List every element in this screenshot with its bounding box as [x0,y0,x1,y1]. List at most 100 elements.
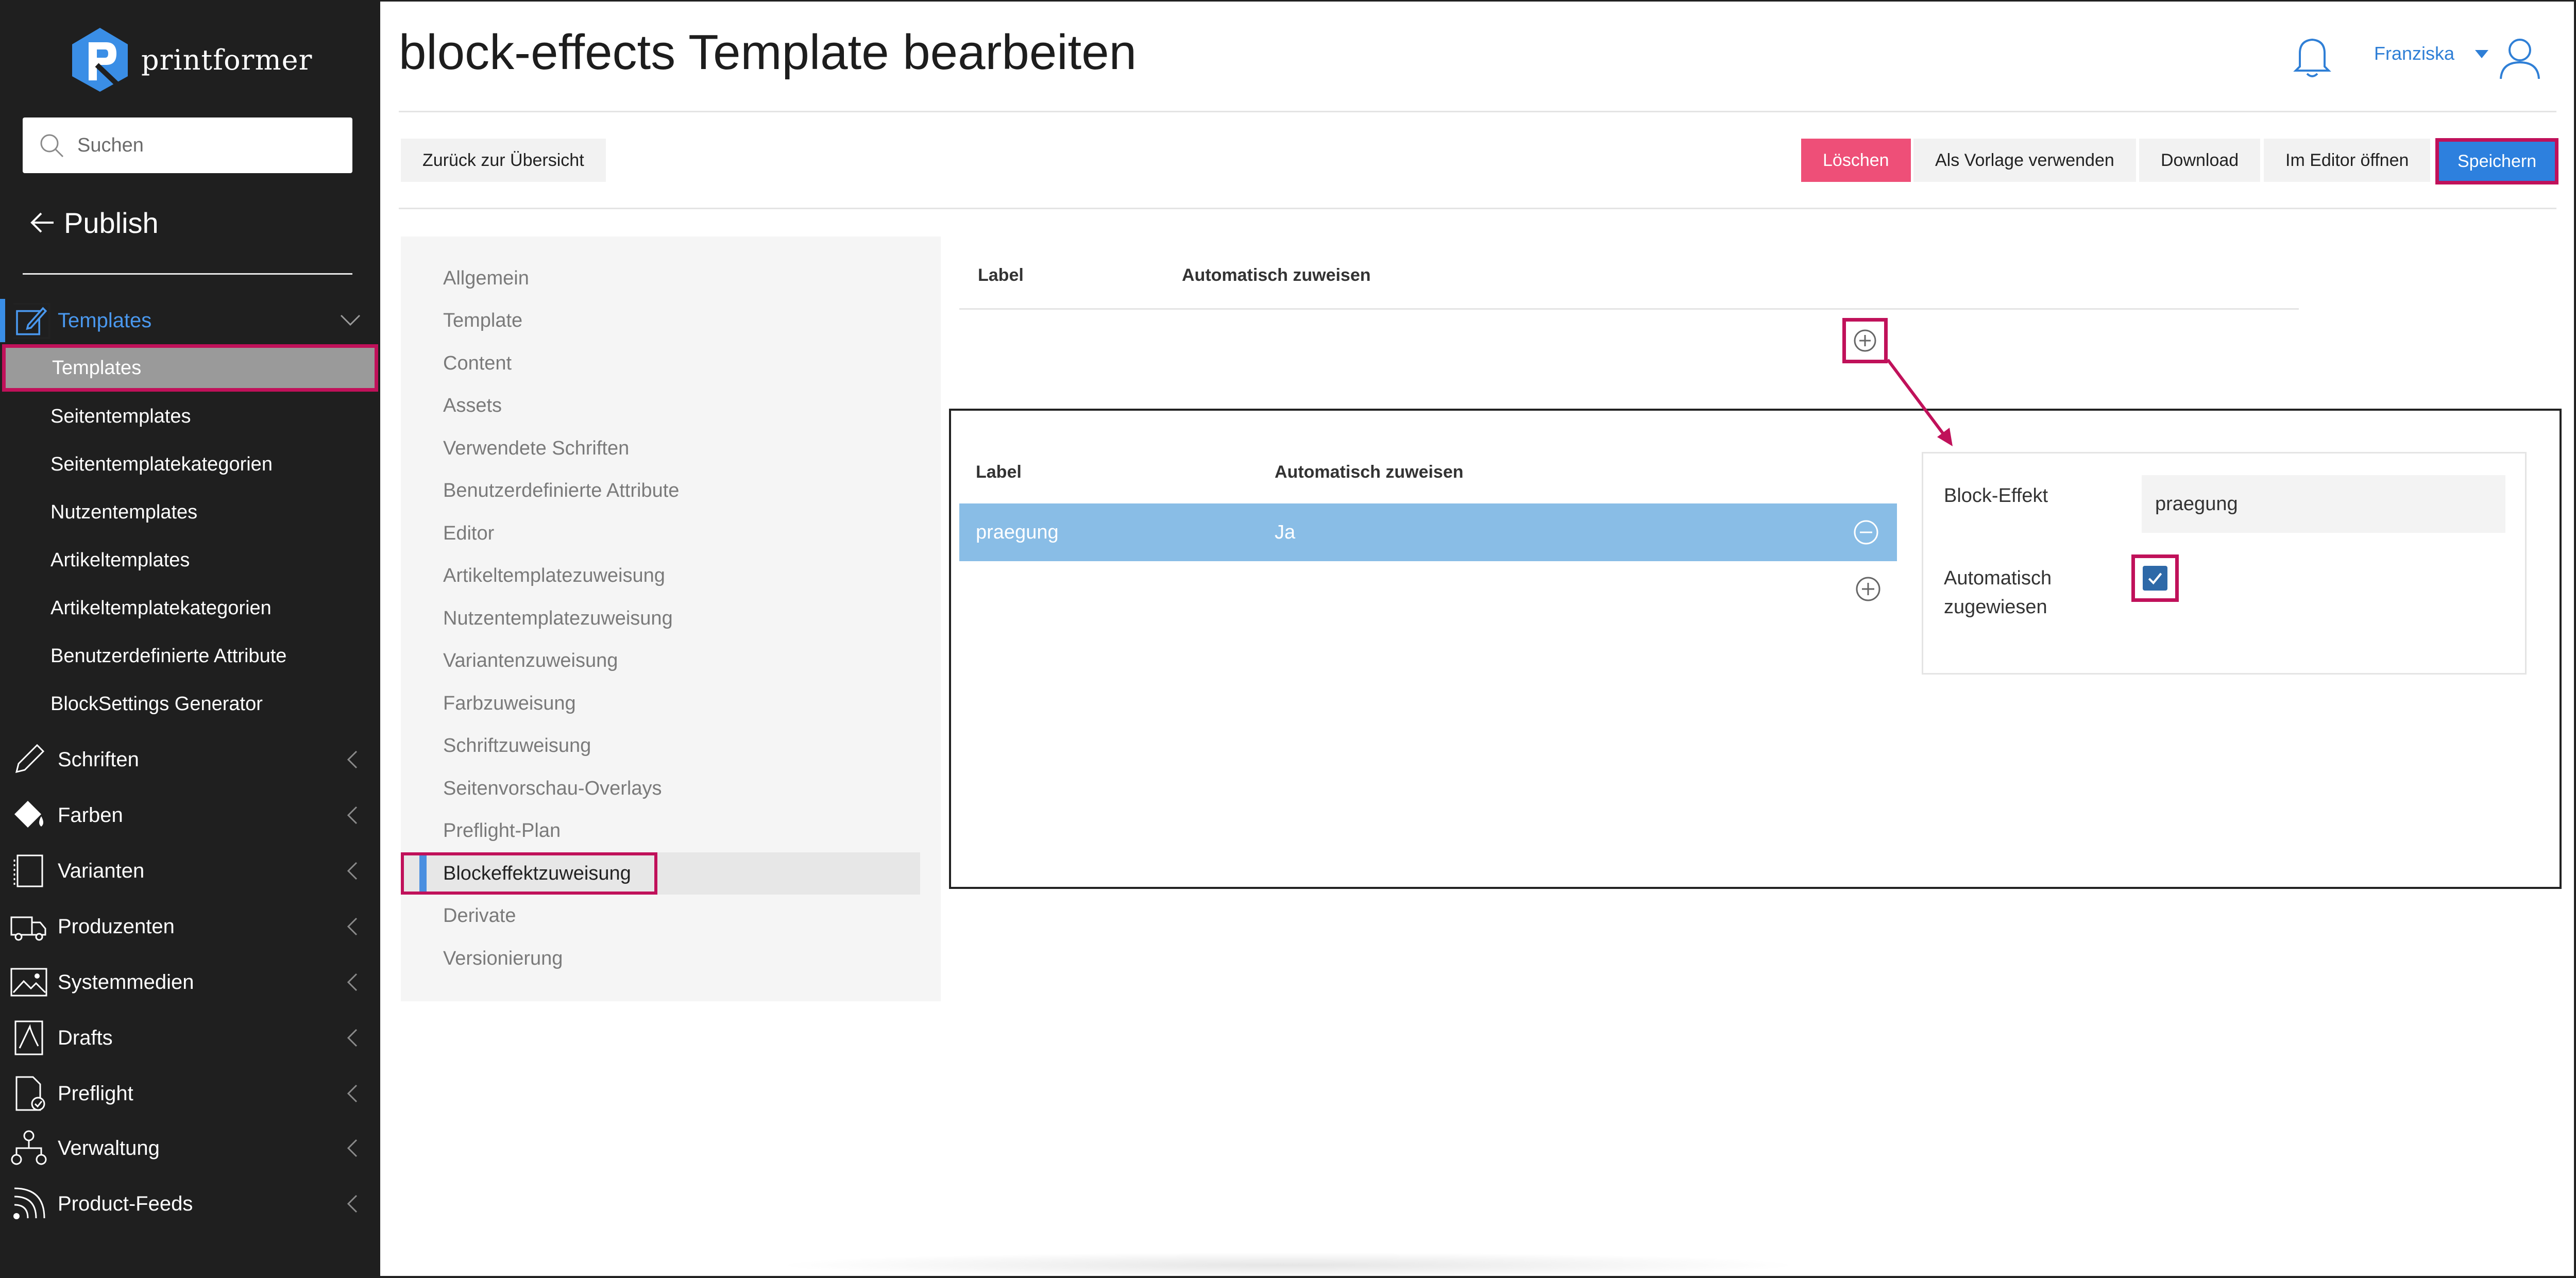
sidebar-search[interactable] [23,117,352,173]
open-in-editor-button[interactable]: Im Editor öffnen [2264,139,2431,182]
publish-back-link[interactable]: Publish [29,202,159,243]
sidebar-item-seitentemplates[interactable]: Seitentemplates [50,401,191,432]
search-input[interactable] [77,134,345,157]
download-button[interactable]: Download [2139,139,2261,182]
tab-label: Assets [443,394,502,416]
user-name[interactable]: Franziska [2374,43,2454,64]
column-header-label: Label [976,462,1022,482]
brand-logo[interactable]: printformer [70,27,312,93]
column-header-auto: Automatisch zuweisen [1182,265,1371,285]
sidebar-item-benutzerdefinierte-attribute[interactable]: Benutzerdefinierte Attribute [50,641,286,671]
brand-name: printformer [141,43,313,76]
tab-navigation: Allgemein Template Content Assets Verwen… [401,237,941,1001]
row-label: praegung [976,521,1059,543]
sidebar-item-artikeltemplates[interactable]: Artikeltemplates [50,545,190,576]
tab-preflight-plan[interactable]: Preflight-Plan [401,810,941,852]
tab-label: Seitenvorschau-Overlays [443,777,662,799]
sidebar-item-product-feeds[interactable]: Product-Feeds [0,1179,380,1229]
tab-template[interactable]: Template [401,299,941,342]
minus-circle-icon[interactable] [1852,518,1880,547]
tab-schriftzuweisung[interactable]: Schriftzuweisung [401,725,941,767]
add-row-button[interactable] [1842,318,1888,363]
chevron-left-icon [347,806,358,825]
sidebar-item-label: Drafts [58,1026,113,1049]
tab-nutzentemplatezuweisung[interactable]: Nutzentemplatezuweisung [401,597,941,640]
auto-assigned-label: Automatisch zugewiesen [1944,567,2052,618]
sidebar-item-systemmedien[interactable]: Systemmedien [0,957,380,1007]
tab-label: Derivate [443,904,516,927]
plus-circle-icon[interactable] [1854,575,1883,603]
tab-label: Nutzentemplatezuweisung [443,607,673,629]
tab-benutzerdefinierte-attribute[interactable]: Benutzerdefinierte Attribute [401,469,941,512]
tab-content[interactable]: Content [401,342,941,384]
sidebar-item-templates[interactable]: Templates [2,344,378,392]
sidebar-item-artikeltemplatekategorien[interactable]: Artikeltemplatekategorien [50,593,272,624]
tab-editor[interactable]: Editor [401,512,941,554]
document-check-icon [15,1076,45,1111]
use-as-template-button[interactable]: Als Vorlage verwenden [1913,139,2136,182]
tab-farbzuweisung[interactable]: Farbzuweisung [401,682,941,725]
chevron-down-icon[interactable] [338,311,363,330]
sidebar-item-seitentemplatekategorien[interactable]: Seitentemplatekategorien [50,449,273,480]
sidebar-item-drafts[interactable]: Drafts [0,1013,380,1063]
tab-blockeffektzuweisung[interactable]: Blockeffektzuweisung [401,852,920,895]
auto-assigned-checkbox[interactable] [2143,566,2167,591]
sidebar-group-templates[interactable]: Templates [0,299,380,342]
block-effect-form: Block-Effekt Automatisch zugewiesen [1922,452,2527,675]
sidebar-item-farben[interactable]: Farben [0,791,380,840]
tab-label: Blockeffektzuweisung [443,862,631,884]
tab-label: Farbzuweisung [443,692,576,714]
sidebar-item-label: Product-Feeds [58,1192,193,1215]
tab-label: Schriftzuweisung [443,734,591,756]
inner-table-header: Label Automatisch zuweisen [959,455,1897,491]
user-avatar-icon[interactable] [2497,35,2543,81]
rss-icon [13,1187,45,1219]
plus-circle-icon [1854,329,1876,352]
column-header-label: Label [978,265,1024,285]
sidebar: printformer Publish Templates Templates … [0,0,380,1278]
tab-seitenvorschau-overlays[interactable]: Seitenvorschau-Overlays [401,767,941,810]
sidebar-item-blocksettings-generator[interactable]: BlockSettings Generator [50,688,263,719]
tab-label: Benutzerdefinierte Attribute [443,479,680,501]
tab-assets[interactable]: Assets [401,384,941,427]
pencil-icon [15,744,45,773]
sidebar-item-label: Verwaltung [58,1136,160,1159]
chevron-left-icon [347,917,358,936]
sidebar-group-templates-label: Templates [58,309,152,332]
tab-verwendete-schriften[interactable]: Verwendete Schriften [401,427,941,469]
delete-button[interactable]: Löschen [1801,139,1911,182]
block-effect-input[interactable] [2142,475,2505,533]
sidebar-item-label: Schriften [58,748,139,771]
active-indicator [0,299,5,342]
sidebar-item-schriften[interactable]: Schriften [0,735,380,784]
sidebar-item-produzenten[interactable]: Produzenten [0,902,380,951]
block-effect-label: Block-Effekt [1944,485,2048,507]
back-to-overview-button[interactable]: Zurück zur Übersicht [401,139,606,182]
sidebar-item-nutzentemplates[interactable]: Nutzentemplates [50,497,197,528]
chevron-left-icon [347,750,358,769]
caret-down-icon[interactable] [2474,49,2489,59]
arrow-left-icon [30,212,54,233]
tab-label: Content [443,352,512,374]
tab-label: Artikeltemplatezuweisung [443,564,665,586]
sidebar-item-varianten[interactable]: Varianten [0,846,380,896]
tab-artikeltemplatezuweisung[interactable]: Artikeltemplatezuweisung [401,554,941,597]
chevron-left-icon [347,1029,358,1047]
scroll-shadow [773,1252,1803,1278]
tab-label: Editor [443,522,495,544]
pdf-icon [14,1020,43,1055]
table-row[interactable]: praegung Ja [959,503,1897,561]
toolbar-divider [399,208,2556,209]
chevron-left-icon [347,1139,358,1157]
chevron-left-icon [347,1084,358,1103]
tab-allgemein[interactable]: Allgemein [401,257,941,299]
tab-versionierung[interactable]: Versionierung [401,937,941,980]
notification-bell-icon[interactable] [2292,33,2333,80]
checkmark-icon [2148,573,2162,585]
tab-variantenzuweisung[interactable]: Variantenzuweisung [401,640,941,682]
tab-derivate[interactable]: Derivate [401,895,941,937]
sidebar-item-preflight[interactable]: Preflight [0,1069,380,1118]
tab-label: Variantenzuweisung [443,649,618,671]
sidebar-item-verwaltung[interactable]: Verwaltung [0,1123,380,1173]
save-button[interactable]: Speichern [2435,138,2559,184]
